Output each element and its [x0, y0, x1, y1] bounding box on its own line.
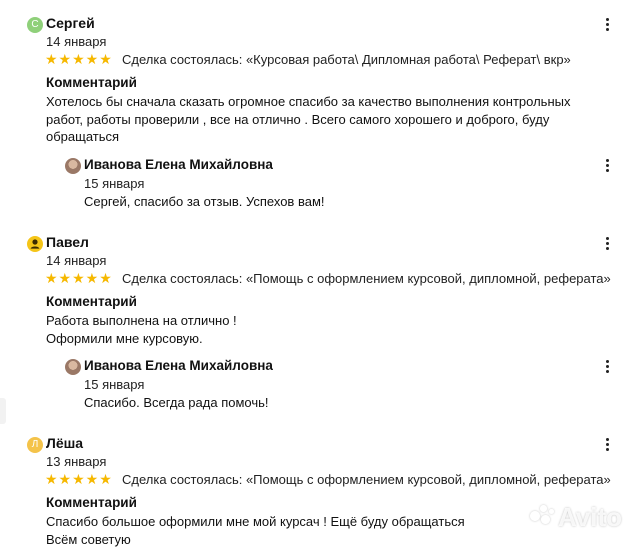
comment-label: Комментарий — [46, 495, 137, 510]
reply-date: 15 января — [84, 176, 144, 191]
comment-label: Комментарий — [46, 75, 137, 90]
comment-line: Спасибо большое оформили мне мой курсач … — [46, 513, 606, 531]
avatar[interactable]: С — [27, 17, 43, 33]
reply-text: Сергей, спасибо за отзыв. Успехов вам! — [84, 194, 325, 209]
reviewer-name[interactable]: Павел — [46, 234, 89, 250]
more-options-icon[interactable] — [603, 157, 611, 175]
reply-text: Спасибо. Всегда рада помочь! — [84, 395, 269, 410]
more-options-icon[interactable] — [603, 16, 611, 34]
review-date: 14 января — [46, 253, 106, 268]
comment-line: обращаться — [46, 128, 606, 146]
reviewer-name[interactable]: Лёша — [46, 435, 83, 451]
avito-logo-icon — [528, 503, 556, 529]
user-icon — [27, 236, 43, 252]
comment-text: Спасибо большое оформили мне мой курсач … — [46, 513, 606, 548]
review-date: 13 января — [46, 454, 106, 469]
comment-text: Работа выполнена на отлично ! Оформили м… — [46, 312, 606, 347]
rating-stars: ★★★★★ — [45, 270, 113, 287]
reviewer-name[interactable]: Сергей — [46, 15, 95, 31]
avatar[interactable] — [27, 236, 43, 252]
seller-name[interactable]: Иванова Елена Михайловна — [84, 157, 273, 172]
avatar[interactable]: Л — [27, 437, 43, 453]
comment-line: Хотелось бы сначала сказать огромное спа… — [46, 93, 606, 111]
avito-watermark: Avito — [558, 502, 622, 533]
deal-info: Сделка состоялась: «Курсовая работа\ Дип… — [122, 52, 571, 67]
deal-info: Сделка состоялась: «Помощь с оформлением… — [122, 472, 611, 487]
comment-text: Хотелось бы сначала сказать огромное спа… — [46, 93, 606, 146]
comment-line: Оформили мне курсовую. — [46, 330, 606, 348]
review-date: 14 января — [46, 34, 106, 49]
deal-info: Сделка состоялась: «Помощь с оформлением… — [122, 271, 611, 286]
rating-stars: ★★★★★ — [45, 51, 113, 68]
reply-date: 15 января — [84, 377, 144, 392]
comment-line: Работа выполнена на отлично ! — [46, 312, 606, 330]
seller-name[interactable]: Иванова Елена Михайловна — [84, 358, 273, 373]
rating-stars: ★★★★★ — [45, 471, 113, 488]
comment-line: работ, работы проверили , все на отлично… — [46, 111, 606, 129]
scroll-edge — [0, 398, 6, 424]
seller-avatar[interactable] — [65, 158, 81, 174]
seller-avatar[interactable] — [65, 359, 81, 375]
more-options-icon[interactable] — [603, 358, 611, 376]
comment-label: Комментарий — [46, 294, 137, 309]
more-options-icon[interactable] — [603, 235, 611, 253]
comment-line: Всём советую — [46, 531, 606, 548]
more-options-icon[interactable] — [603, 436, 611, 454]
